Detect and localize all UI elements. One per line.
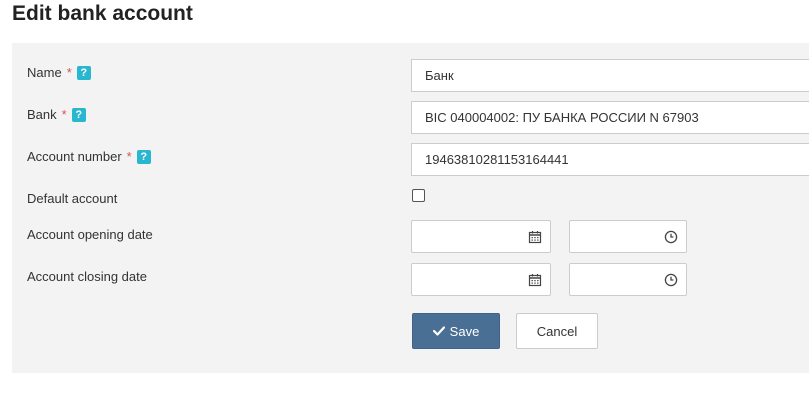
name-input[interactable]: Банк	[411, 59, 809, 92]
closing-date-input[interactable]	[411, 263, 551, 296]
page-title: Edit bank account	[12, 2, 193, 25]
opening-date-input[interactable]	[411, 220, 551, 253]
cancel-button[interactable]: Cancel	[516, 313, 598, 349]
help-icon[interactable]: ?	[76, 66, 91, 80]
opening-time-input[interactable]	[569, 220, 687, 253]
save-button[interactable]: Save	[412, 313, 500, 349]
help-icon[interactable]: ?	[136, 150, 151, 164]
required-star: *	[66, 65, 72, 80]
name-label-row: Name *?	[27, 64, 91, 82]
clock-icon[interactable]	[664, 230, 678, 244]
opening-date-label: Account opening date	[27, 227, 153, 242]
help-icon[interactable]: ?	[71, 108, 86, 122]
bank-label: Bank	[27, 107, 57, 122]
name-label: Name	[27, 65, 62, 80]
bank-input[interactable]: BIC 040004002: ПУ БАНКА РОССИИ N 67903	[411, 101, 809, 134]
default-account-checkbox[interactable]	[412, 189, 425, 202]
closing-date-label: Account closing date	[27, 269, 147, 284]
required-star: *	[61, 107, 67, 122]
calendar-icon[interactable]	[528, 230, 542, 244]
account-number-label-row: Account number *?	[27, 148, 151, 166]
save-button-label: Save	[449, 323, 480, 339]
account-number-input[interactable]: 19463810281153164441	[411, 143, 809, 176]
bank-label-row: Bank *?	[27, 106, 86, 124]
default-account-label: Default account	[27, 191, 118, 206]
account-number-label: Account number	[27, 149, 122, 164]
edit-bank-account-form: Name *? Банк Bank *? BIC 040004002: ПУ БАН…	[12, 43, 809, 373]
closing-time-input[interactable]	[569, 263, 687, 296]
required-star: *	[126, 149, 132, 164]
checkmark-icon	[432, 326, 445, 336]
clock-icon[interactable]	[664, 273, 678, 287]
calendar-icon[interactable]	[528, 273, 542, 287]
